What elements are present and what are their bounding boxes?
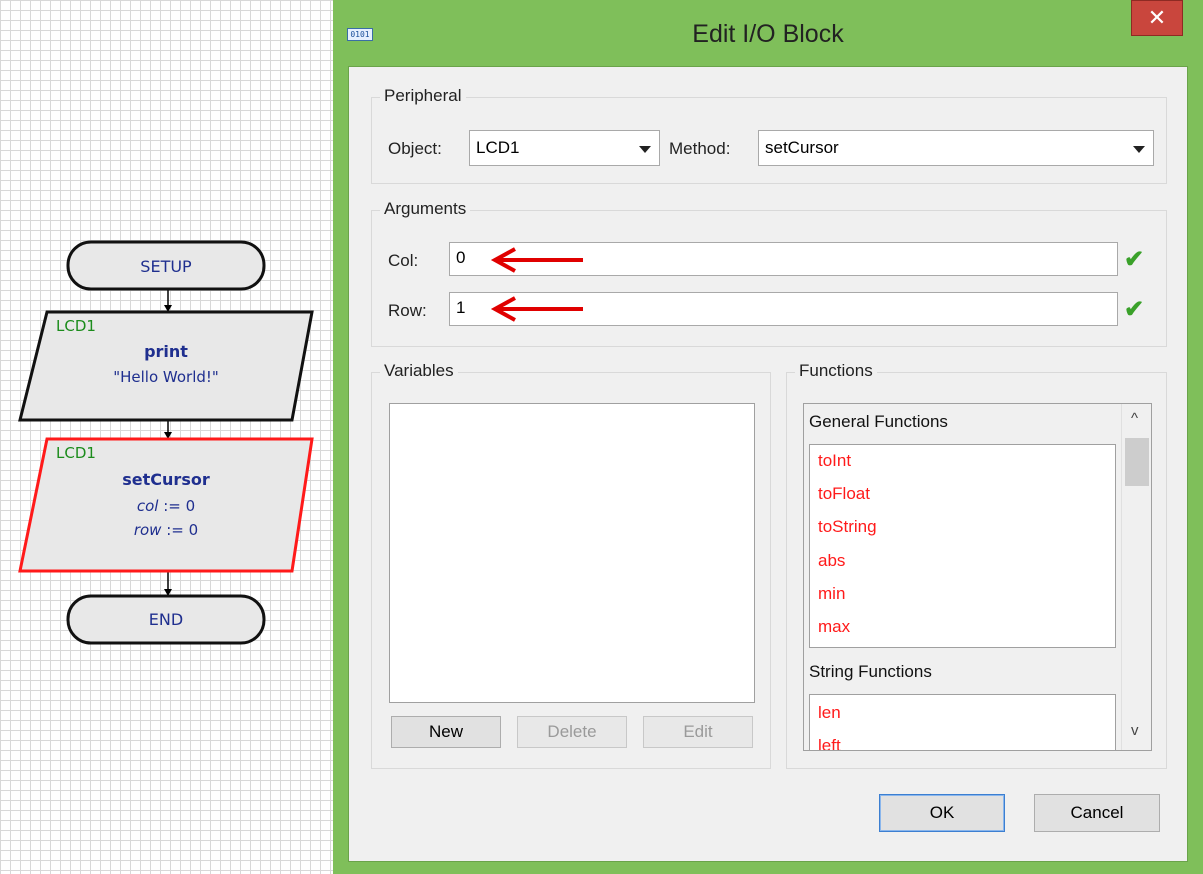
setup-terminator[interactable]: SETUP — [66, 240, 266, 291]
io-block-print[interactable]: LCD1 print "Hello World!" — [18, 310, 314, 422]
title-bar[interactable]: 0101 Edit I/O Block ✕ — [333, 0, 1203, 66]
functions-group: Functions General Functions toInt toFloa… — [786, 361, 1167, 769]
scroll-down-icon[interactable]: v — [1131, 722, 1139, 739]
list-item[interactable]: toString — [818, 517, 877, 537]
block-argument-label: "Hello World!" — [113, 368, 219, 386]
string-functions-header: String Functions — [809, 662, 932, 681]
ok-button[interactable]: OK — [879, 794, 1005, 832]
object-dropdown[interactable]: LCD1 — [469, 130, 660, 166]
delete-variable-button[interactable]: Delete — [517, 716, 627, 748]
general-functions-header: General Functions — [809, 412, 948, 431]
method-dropdown[interactable]: setCursor — [758, 130, 1154, 166]
variables-group: Variables New Delete Edit — [371, 361, 771, 769]
flowchart-canvas: SETUP LCD1 print "Hello World!" LCD1 set… — [18, 240, 314, 645]
dialog-title: Edit I/O Block — [692, 20, 844, 48]
chevron-down-icon — [1133, 146, 1145, 153]
functions-panel: General Functions toInt toFloat toString… — [803, 403, 1152, 751]
block-object-label: LCD1 — [56, 444, 96, 462]
cancel-button[interactable]: Cancel — [1034, 794, 1160, 832]
block-method-label: print — [144, 342, 188, 361]
end-terminator[interactable]: END — [66, 594, 266, 645]
scroll-up-icon[interactable]: ^ — [1131, 410, 1138, 427]
arguments-group-title: Arguments — [380, 199, 471, 219]
object-label: Object: — [388, 139, 442, 158]
variables-group-title: Variables — [380, 361, 458, 381]
method-label: Method: — [669, 139, 731, 158]
peripheral-group: Peripheral Object: LCD1 Method: setCurso… — [371, 86, 1167, 184]
list-item[interactable]: len — [818, 703, 841, 723]
col-valid-check-icon: ✔ — [1124, 246, 1145, 273]
variables-list[interactable] — [389, 403, 755, 703]
close-button[interactable]: ✕ — [1131, 0, 1183, 36]
red-arrow-row-icon — [490, 296, 583, 322]
block-argument-row: row := 0 — [134, 521, 198, 539]
list-item[interactable]: abs — [818, 551, 845, 571]
functions-scrollbar[interactable]: ^ v — [1121, 404, 1151, 750]
list-item[interactable]: max — [818, 617, 850, 637]
row-label: Row: — [388, 301, 427, 320]
io-block-setcursor[interactable]: LCD1 setCursor col := 0 row := 0 — [18, 437, 314, 573]
string-functions-list[interactable]: len left — [809, 694, 1116, 750]
red-arrow-col-icon — [490, 247, 583, 273]
row-value: 1 — [456, 298, 466, 317]
end-label: END — [149, 610, 183, 629]
list-item[interactable]: left — [818, 736, 841, 750]
peripheral-group-title: Peripheral — [380, 86, 466, 106]
block-method-label: setCursor — [122, 470, 210, 489]
edit-io-block-dialog: 0101 Edit I/O Block ✕ Peripheral Object:… — [333, 0, 1203, 874]
dialog-client-area: Peripheral Object: LCD1 Method: setCurso… — [348, 66, 1188, 862]
edit-variable-button[interactable]: Edit — [643, 716, 753, 748]
row-valid-check-icon: ✔ — [1124, 296, 1145, 323]
list-item[interactable]: min — [818, 584, 845, 604]
annotation-arrows — [490, 247, 583, 322]
setup-label: SETUP — [140, 257, 192, 276]
list-item[interactable]: toFloat — [818, 484, 870, 504]
method-value: setCursor — [765, 138, 839, 157]
col-value: 0 — [456, 248, 466, 267]
col-label: Col: — [388, 251, 419, 270]
close-icon: ✕ — [1147, 5, 1167, 30]
scrollbar-thumb[interactable] — [1125, 438, 1149, 486]
block-object-label: LCD1 — [56, 317, 96, 335]
new-variable-button[interactable]: New — [391, 716, 501, 748]
chevron-down-icon — [639, 146, 651, 153]
general-functions-list[interactable]: toInt toFloat toString abs min max — [809, 444, 1116, 648]
list-item[interactable]: toInt — [818, 451, 851, 471]
functions-group-title: Functions — [795, 361, 877, 381]
block-argument-col: col := 0 — [137, 497, 195, 515]
object-value: LCD1 — [476, 138, 520, 157]
